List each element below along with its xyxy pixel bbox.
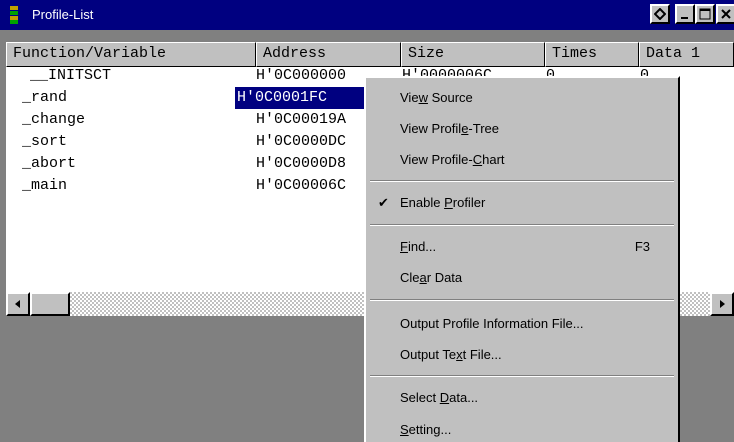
menu-label: t File... xyxy=(462,347,502,362)
menu-label: Select xyxy=(400,390,440,405)
menu-label: View Profil xyxy=(400,121,462,136)
menu-separator xyxy=(370,224,674,226)
menu-label: hart xyxy=(482,152,505,167)
row-address: H'0C0000DC xyxy=(256,133,347,150)
scroll-right-button[interactable] xyxy=(710,292,734,316)
accelerator-key: C xyxy=(472,152,483,167)
row-function-name: _change xyxy=(22,111,86,128)
profile-list-window: Profile-List Function/Variable Address S… xyxy=(0,0,734,442)
menu-label: rofiler xyxy=(452,195,486,210)
scroll-thumb[interactable] xyxy=(30,292,70,316)
row-address: H'0C00006C xyxy=(256,177,347,194)
menu-item-clear-data[interactable]: Clear Data xyxy=(366,266,678,290)
context-menu: View Source View Profile-Tree View Profi… xyxy=(364,76,680,442)
row-function-name: _abort xyxy=(22,155,77,172)
menu-label: Vie xyxy=(400,90,419,105)
column-header-times[interactable]: Times xyxy=(545,42,639,67)
menu-separator xyxy=(370,299,674,301)
shortcut-label: F3 xyxy=(634,239,650,254)
menu-label: Output Profile Information File... xyxy=(400,316,584,331)
accelerator-key: P xyxy=(444,195,453,210)
menu-label: Output Te xyxy=(400,347,457,362)
menu-item-view-profile-tree[interactable]: View Profile-Tree xyxy=(366,117,678,141)
close-icon xyxy=(721,9,731,19)
arrow-left-icon xyxy=(15,300,20,308)
arrow-right-icon xyxy=(720,300,725,308)
accelerator-key: F xyxy=(400,239,408,254)
maximize-icon xyxy=(699,8,711,20)
profile-app-icon xyxy=(10,6,18,24)
close-button[interactable] xyxy=(716,4,734,24)
menu-item-enable-profiler[interactable]: ✔ Enable Profiler xyxy=(366,191,678,215)
menu-label: ata... xyxy=(449,390,479,405)
restore-special-button[interactable] xyxy=(650,4,670,24)
menu-item-select-data[interactable]: Select Data... xyxy=(366,386,678,410)
accelerator-key: a xyxy=(419,270,427,285)
menu-label: etting... xyxy=(408,422,452,437)
accelerator-key: S xyxy=(400,422,409,437)
row-address: H'0C0000D8 xyxy=(256,155,347,172)
menu-item-view-profile-chart[interactable]: View Profile-Chart xyxy=(366,148,678,172)
row-function-name: _main xyxy=(22,177,68,194)
check-icon: ✔ xyxy=(378,195,389,210)
menu-label: Enable xyxy=(400,195,445,210)
title-bar[interactable]: Profile-List xyxy=(0,0,734,30)
menu-separator xyxy=(370,375,674,377)
row-function-name: _rand xyxy=(22,89,68,106)
row-address: H'0C00019A xyxy=(256,111,347,128)
row-function-name: _sort xyxy=(22,133,68,150)
row-function-name: __INITSCT xyxy=(30,67,112,84)
column-header-size[interactable]: Size xyxy=(401,42,545,67)
menu-item-find[interactable]: Find... F3 xyxy=(366,235,678,259)
menu-item-output-profile-information-file[interactable]: Output Profile Information File... xyxy=(366,312,678,336)
menu-label: -Tree xyxy=(468,121,499,136)
menu-item-view-source[interactable]: View Source xyxy=(366,86,678,110)
window-title: Profile-List xyxy=(32,7,94,22)
menu-label: View Profile- xyxy=(400,152,473,167)
scroll-left-button[interactable] xyxy=(6,292,30,316)
menu-label: r Data xyxy=(426,270,463,285)
menu-label: Source xyxy=(427,90,473,105)
maximize-button[interactable] xyxy=(695,4,715,24)
minimize-icon xyxy=(681,17,688,19)
menu-item-setting[interactable]: Setting... xyxy=(366,418,678,442)
row-address-selected: H'0C0001FC xyxy=(235,87,367,109)
accelerator-key: w xyxy=(418,90,428,105)
diamond-icon xyxy=(654,8,666,20)
column-header-address[interactable]: Address xyxy=(256,42,401,67)
menu-label: Cle xyxy=(400,270,420,285)
menu-item-output-text-file[interactable]: Output Text File... xyxy=(366,343,678,367)
menu-label: ind... xyxy=(407,239,437,254)
minimize-button[interactable] xyxy=(675,4,695,24)
column-header-function-variable[interactable]: Function/Variable xyxy=(6,42,256,67)
menu-separator xyxy=(370,180,674,182)
accelerator-key: D xyxy=(439,390,450,405)
column-header-data-1[interactable]: Data 1 xyxy=(639,42,734,67)
